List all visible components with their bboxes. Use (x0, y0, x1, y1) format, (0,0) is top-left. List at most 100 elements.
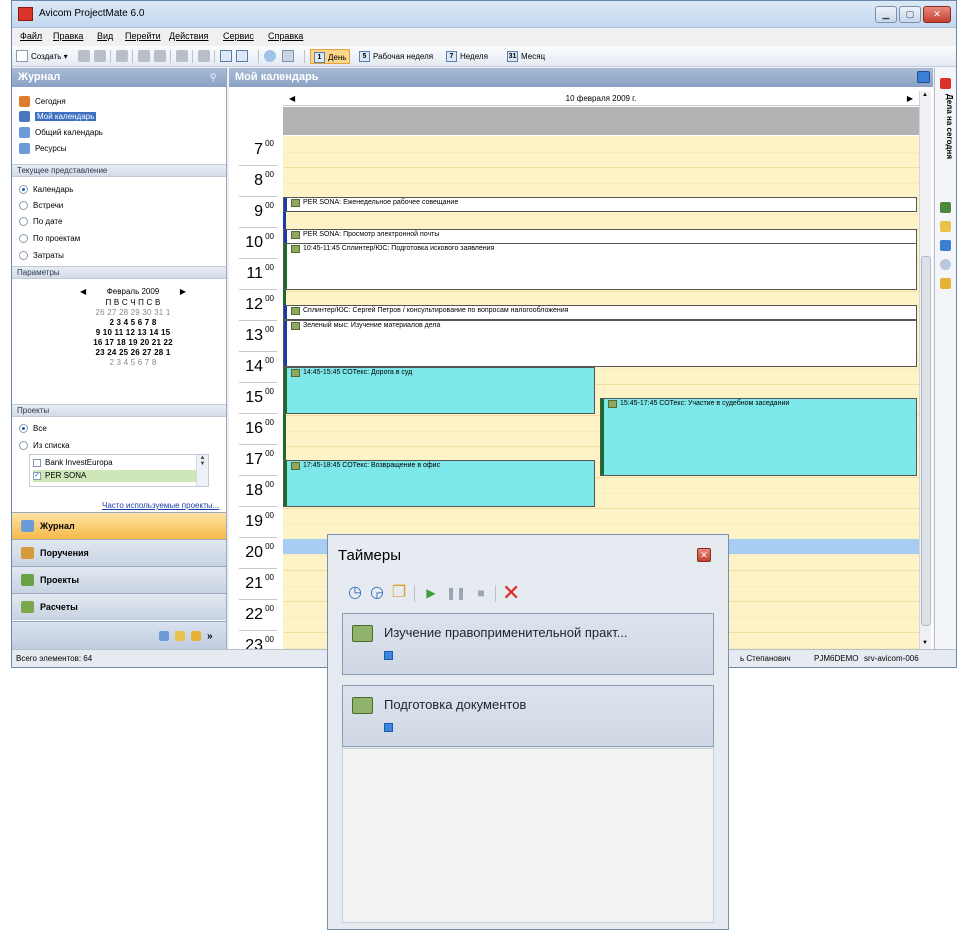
prev-month-button[interactable]: ◀ (80, 287, 86, 296)
minical-week[interactable]: 2 3 4 5 6 7 8 (88, 318, 178, 328)
globe-icon[interactable] (264, 50, 276, 62)
view-calendar-radio[interactable]: Календарь (19, 183, 73, 196)
nav-my-calendar[interactable]: Мой календарь (19, 110, 97, 123)
scrollbar-thumb[interactable] (921, 256, 931, 626)
person-icon[interactable] (940, 202, 951, 213)
new-timer-icon[interactable]: ◷ (346, 584, 364, 602)
calendar-scrollbar[interactable]: ▲ ▼ (919, 91, 931, 649)
tasks-button[interactable]: Поручения (12, 539, 226, 566)
prev-day-button[interactable]: ◀ (289, 91, 295, 106)
appointment[interactable]: PER SONA: Просмотр электронной почты (283, 229, 917, 244)
all-day-area[interactable] (283, 107, 919, 135)
appointment[interactable]: PER SONA: Еженедельное рабочее совещание (283, 197, 917, 212)
open-icon[interactable] (78, 50, 90, 62)
scroll-down-icon[interactable]: ▼ (922, 640, 928, 646)
frequent-projects-link[interactable]: Часто используемые проекты... (102, 501, 219, 510)
folder-icon[interactable] (191, 631, 201, 641)
pause-icon[interactable]: ❚❚ (446, 584, 466, 602)
app-logo-icon (18, 7, 33, 21)
appointment-icon (291, 307, 300, 315)
notes-icon[interactable] (175, 631, 185, 641)
timer-name: Изучение правоприменительной практ... (384, 625, 628, 640)
create-button[interactable]: Создать ▾ (31, 49, 68, 64)
nav-shared-calendar[interactable]: Общий календарь (19, 126, 103, 139)
timers-close-button[interactable]: ✕ (697, 548, 711, 562)
hour-label: 9 00 (229, 198, 281, 228)
view-by-date-radio[interactable]: По дате (19, 215, 62, 228)
projects-all-radio[interactable]: Все (19, 422, 47, 435)
appointment[interactable]: Сплинтер/ЮС: Сергей Петров / консультиро… (283, 305, 917, 320)
appointment[interactable]: 15:45-17:45 СОТекс: Участие в судебном з… (600, 398, 917, 476)
projects-from-list-radio[interactable]: Из списка (19, 439, 70, 452)
menu-file[interactable]: Файл (20, 31, 42, 41)
print-icon[interactable] (138, 50, 150, 62)
nav-today[interactable]: Сегодня (19, 95, 66, 108)
minical-week[interactable]: 2 3 4 5 6 7 8 (88, 358, 178, 368)
delete-icon[interactable] (198, 50, 210, 62)
close-button[interactable]: ✕ (923, 6, 951, 23)
calendar-day-icon[interactable] (220, 50, 232, 62)
configure-buttons-icon[interactable]: » (207, 631, 217, 642)
menu-bar: Файл Правка Вид Перейти Действия Сервис … (12, 28, 956, 45)
note-icon[interactable] (940, 221, 951, 232)
minical-week[interactable]: 26 27 28 29 30 31 1 (88, 308, 178, 318)
stop-icon[interactable]: ■ (472, 584, 490, 602)
new-document-icon[interactable] (16, 50, 28, 62)
open-folder-icon[interactable]: ❐ (390, 584, 408, 602)
contacts-icon[interactable] (159, 631, 169, 641)
appointment[interactable]: 14:45-15:45 СОТекс: Дорога в суд (283, 367, 595, 414)
minical-week[interactable]: 9 10 11 12 13 14 15 (88, 328, 178, 338)
info-icon[interactable] (940, 259, 951, 270)
start-icon[interactable]: ▶ (422, 584, 440, 602)
appointment[interactable]: Зеленый мыс: Изучение материалов дела (283, 320, 917, 367)
scroll-up-icon[interactable]: ▲ (922, 92, 928, 98)
undo-icon[interactable] (116, 50, 128, 62)
billing-button[interactable]: Расчеты (12, 593, 226, 620)
view-month-button[interactable]: 31 Месяц (507, 49, 545, 64)
current-date: 10 февраля 2009 г. (565, 94, 637, 103)
minical-week[interactable]: 16 17 18 19 20 21 22 (88, 338, 178, 348)
project-checkbox[interactable]: Bank InvestEuropa (33, 457, 113, 469)
grid-icon[interactable] (282, 50, 294, 62)
list-view-icon[interactable] (236, 50, 248, 62)
minical-week[interactable]: 23 24 25 26 27 28 1 (88, 348, 178, 358)
delete-timer-icon[interactable]: ✕ (502, 582, 520, 604)
hour-label: 15 00 (229, 384, 281, 414)
todo-icon[interactable] (940, 78, 951, 89)
pin-icon[interactable]: ⚲ (210, 72, 220, 82)
minimize-button[interactable]: ▁ (875, 6, 897, 23)
todo-bar-label[interactable]: Дела на сегодня (938, 94, 954, 184)
menu-help[interactable]: Справка (268, 31, 303, 41)
folder-icon[interactable] (940, 278, 951, 289)
view-day-button[interactable]: 1 День (310, 49, 351, 64)
journal-button[interactable]: Журнал (12, 512, 226, 539)
save-icon[interactable] (94, 50, 106, 62)
project-list-scrollbar[interactable]: ▲ ▼ (196, 455, 208, 486)
view-meetings-radio[interactable]: Встречи (19, 199, 63, 212)
menu-service[interactable]: Сервис (223, 31, 254, 41)
menu-go[interactable]: Перейти (125, 31, 161, 41)
timer-item[interactable]: Подготовка документов (342, 685, 714, 747)
view-costs-radio[interactable]: Затраты (19, 249, 64, 262)
timer-item[interactable]: Изучение правоприменительной практ... (342, 613, 714, 675)
appointment[interactable]: 10:45-11:45 Сплинтер/ЮС: Подготовка иско… (283, 243, 917, 290)
view-workweek-button[interactable]: 5 Рабочая неделя (359, 49, 433, 64)
maximize-button[interactable]: ▢ (899, 6, 921, 23)
appointment[interactable]: 17:45-18:45 СОТекс: Возвращение в офис (283, 460, 595, 507)
timer-settings-icon[interactable]: ◶ (368, 584, 386, 602)
next-month-button[interactable]: ▶ (180, 287, 186, 296)
menu-actions[interactable]: Действия (169, 31, 208, 41)
project-checkbox[interactable]: ✓ PER SONA (33, 470, 197, 482)
menu-edit[interactable]: Правка (53, 31, 83, 41)
date-bar: ◀ 10 февраля 2009 г. ▶ (283, 91, 919, 106)
next-day-button[interactable]: ▶ (907, 91, 913, 106)
nav-resources[interactable]: Ресурсы (19, 142, 67, 155)
projects-button[interactable]: Проекты (12, 566, 226, 593)
refresh-icon[interactable] (940, 240, 951, 251)
preview-icon[interactable] (154, 50, 166, 62)
menu-view[interactable]: Вид (97, 31, 113, 41)
view-week-button[interactable]: 7 Неделя (446, 49, 488, 64)
properties-icon[interactable] (176, 50, 188, 62)
view-by-projects-radio[interactable]: По проектам (19, 232, 80, 245)
calendar-header-icon (917, 71, 930, 83)
